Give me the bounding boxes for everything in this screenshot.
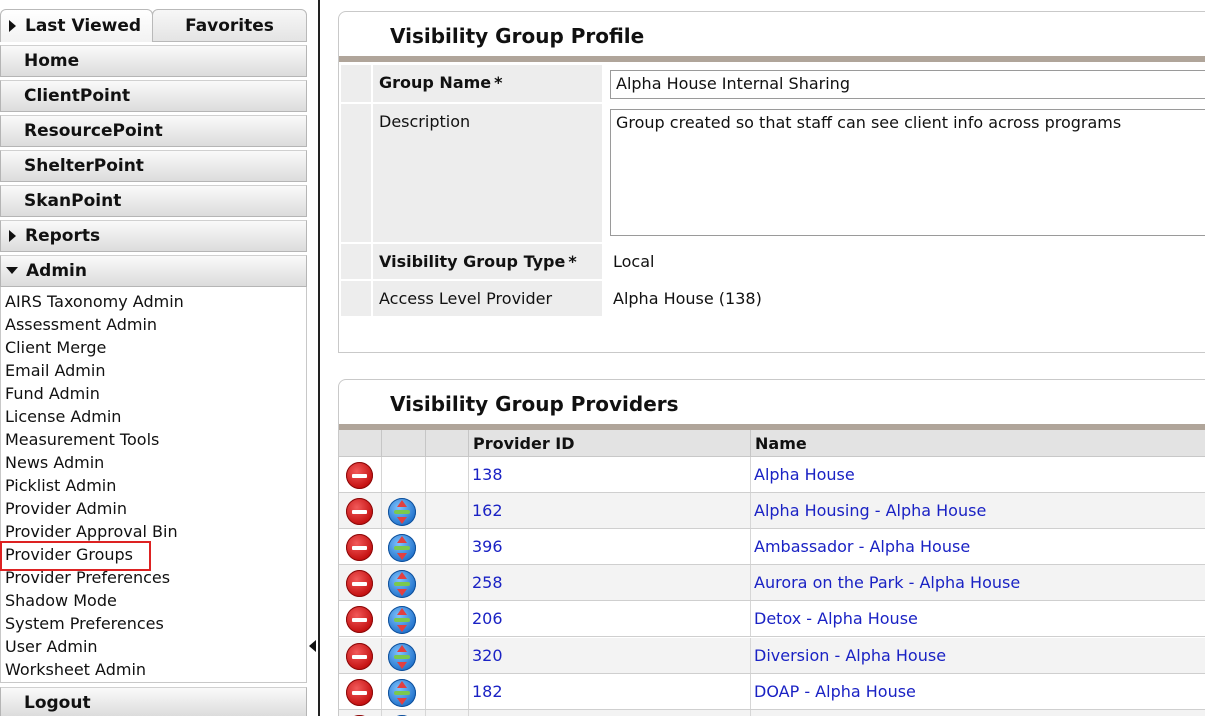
admin-item-user-admin[interactable]: User Admin xyxy=(5,635,98,658)
col-provider-id[interactable]: Provider ID xyxy=(468,430,750,457)
description-row: Description Group created so that staff … xyxy=(341,104,1205,242)
group-type-value: Local xyxy=(613,252,655,271)
admin-item-system-preferences[interactable]: System Preferences xyxy=(5,612,164,635)
admin-item-news[interactable]: News Admin xyxy=(5,451,104,474)
sidebar-divider[interactable] xyxy=(318,0,320,716)
col-name[interactable]: Name xyxy=(750,430,1205,457)
remove-provider-icon[interactable] xyxy=(346,534,373,561)
tab-favorites[interactable]: Favorites xyxy=(152,9,307,42)
visibility-group-providers-panel: Visibility Group Providers Provider ID N… xyxy=(338,379,1205,716)
panel-title: Visibility Group Profile xyxy=(390,24,645,48)
nav-clientpoint[interactable]: ClientPoint xyxy=(0,80,307,112)
access-level-value: Alpha House (138) xyxy=(613,289,762,308)
access-level-label: Access Level Provider xyxy=(373,281,602,316)
admin-item-client-merge[interactable]: Client Merge xyxy=(5,336,106,359)
admin-item-worksheet-admin[interactable]: Worksheet Admin xyxy=(5,658,146,681)
sidebar: Last Viewed Favorites Home ClientPoint R… xyxy=(0,0,308,716)
expand-arrow-icon xyxy=(9,20,16,32)
group-type-row: Visibility Group Type * Local xyxy=(341,244,1205,279)
sidebar-tabs: Last Viewed Favorites xyxy=(0,9,307,42)
provider-id-link[interactable]: 162 xyxy=(468,493,503,529)
provider-id-link[interactable]: 182 xyxy=(468,674,503,710)
admin-item-provider-approval-bin[interactable]: Provider Approval Bin xyxy=(5,520,178,543)
access-level-row: Access Level Provider Alpha House (138) xyxy=(341,281,1205,316)
nav-reports[interactable]: Reports xyxy=(0,220,307,252)
provider-id-link[interactable]: 396 xyxy=(468,529,503,565)
collapse-arrow-icon xyxy=(6,267,18,274)
title-bar-rule xyxy=(339,56,1205,62)
provider-name-link[interactable]: Alpha House xyxy=(750,457,855,493)
switch-provider-icon[interactable] xyxy=(388,643,416,671)
table-row: 182 DOAP - Alpha House xyxy=(339,674,1205,710)
table-header: Provider ID Name xyxy=(339,430,1205,457)
nav-logout[interactable]: Logout xyxy=(0,687,307,716)
table-row: 206 Detox - Alpha House xyxy=(339,601,1205,637)
admin-item-provider-admin[interactable]: Provider Admin xyxy=(5,497,127,520)
provider-id-link[interactable]: 320 xyxy=(468,638,503,674)
group-name-row: Group Name * Alpha House Internal Sharing xyxy=(341,65,1205,102)
admin-item-license[interactable]: License Admin xyxy=(5,405,121,428)
description-textarea[interactable]: Group created so that staff can see clie… xyxy=(610,109,1205,236)
nav-home[interactable]: Home xyxy=(0,45,307,77)
switch-provider-icon[interactable] xyxy=(388,679,416,707)
remove-provider-icon[interactable] xyxy=(346,643,373,670)
admin-item-assessment[interactable]: Assessment Admin xyxy=(5,313,157,336)
group-name-label: Group Name * xyxy=(373,65,602,102)
remove-provider-icon[interactable] xyxy=(346,606,373,633)
expand-arrow-icon xyxy=(9,230,16,242)
provider-name-link[interactable]: Detox - Alpha House xyxy=(750,601,918,637)
switch-provider-icon[interactable] xyxy=(388,534,416,562)
group-name-input[interactable]: Alpha House Internal Sharing xyxy=(610,70,1205,99)
provider-name-link[interactable]: DOAP - Alpha House xyxy=(750,674,916,710)
switch-provider-icon[interactable] xyxy=(388,606,416,634)
provider-id-link[interactable]: 258 xyxy=(468,565,503,601)
table-row xyxy=(339,710,1205,716)
group-type-label: Visibility Group Type * xyxy=(373,244,602,279)
visibility-group-profile-panel: Visibility Group Profile Group Name * Alp… xyxy=(338,11,1205,353)
admin-item-airs-taxonomy[interactable]: AIRS Taxonomy Admin xyxy=(5,290,184,313)
description-label: Description xyxy=(373,104,602,242)
switch-provider-icon[interactable] xyxy=(388,570,416,598)
table-row: 138 Alpha House xyxy=(339,457,1205,493)
table-row: 320 Diversion - Alpha House xyxy=(339,638,1205,674)
tab-last-viewed[interactable]: Last Viewed xyxy=(0,9,153,42)
table-row: 258 Aurora on the Park - Alpha House xyxy=(339,565,1205,601)
nav-resourcepoint[interactable]: ResourcePoint xyxy=(0,115,307,147)
table-row: 396 Ambassador - Alpha House xyxy=(339,529,1205,565)
provider-name-link[interactable]: Alpha Housing - Alpha House xyxy=(750,493,986,529)
switch-provider-icon[interactable] xyxy=(388,498,416,526)
provider-id-link[interactable]: 138 xyxy=(468,457,503,493)
admin-item-picklist[interactable]: Picklist Admin xyxy=(5,474,116,497)
selection-highlight-box xyxy=(0,541,151,571)
admin-item-measurement-tools[interactable]: Measurement Tools xyxy=(5,428,159,451)
panel-title: Visibility Group Providers xyxy=(390,392,679,416)
nav-skanpoint[interactable]: SkanPoint xyxy=(0,185,307,217)
table-row: 162 Alpha Housing - Alpha House xyxy=(339,493,1205,529)
remove-provider-icon[interactable] xyxy=(346,498,373,525)
admin-item-fund[interactable]: Fund Admin xyxy=(5,382,100,405)
remove-provider-icon[interactable] xyxy=(346,679,373,706)
provider-name-link[interactable]: Diversion - Alpha House xyxy=(750,638,946,674)
collapse-sidebar-icon[interactable] xyxy=(309,640,316,652)
admin-item-shadow-mode[interactable]: Shadow Mode xyxy=(5,589,117,612)
provider-name-link[interactable]: Aurora on the Park - Alpha House xyxy=(750,565,1020,601)
provider-name-link[interactable]: Ambassador - Alpha House xyxy=(750,529,970,565)
provider-id-link[interactable]: 206 xyxy=(468,601,503,637)
remove-provider-icon[interactable] xyxy=(346,462,373,489)
admin-item-email[interactable]: Email Admin xyxy=(5,359,105,382)
nav-admin[interactable]: Admin xyxy=(0,255,307,287)
remove-provider-icon[interactable] xyxy=(346,570,373,597)
nav-shelterpoint[interactable]: ShelterPoint xyxy=(0,150,307,182)
